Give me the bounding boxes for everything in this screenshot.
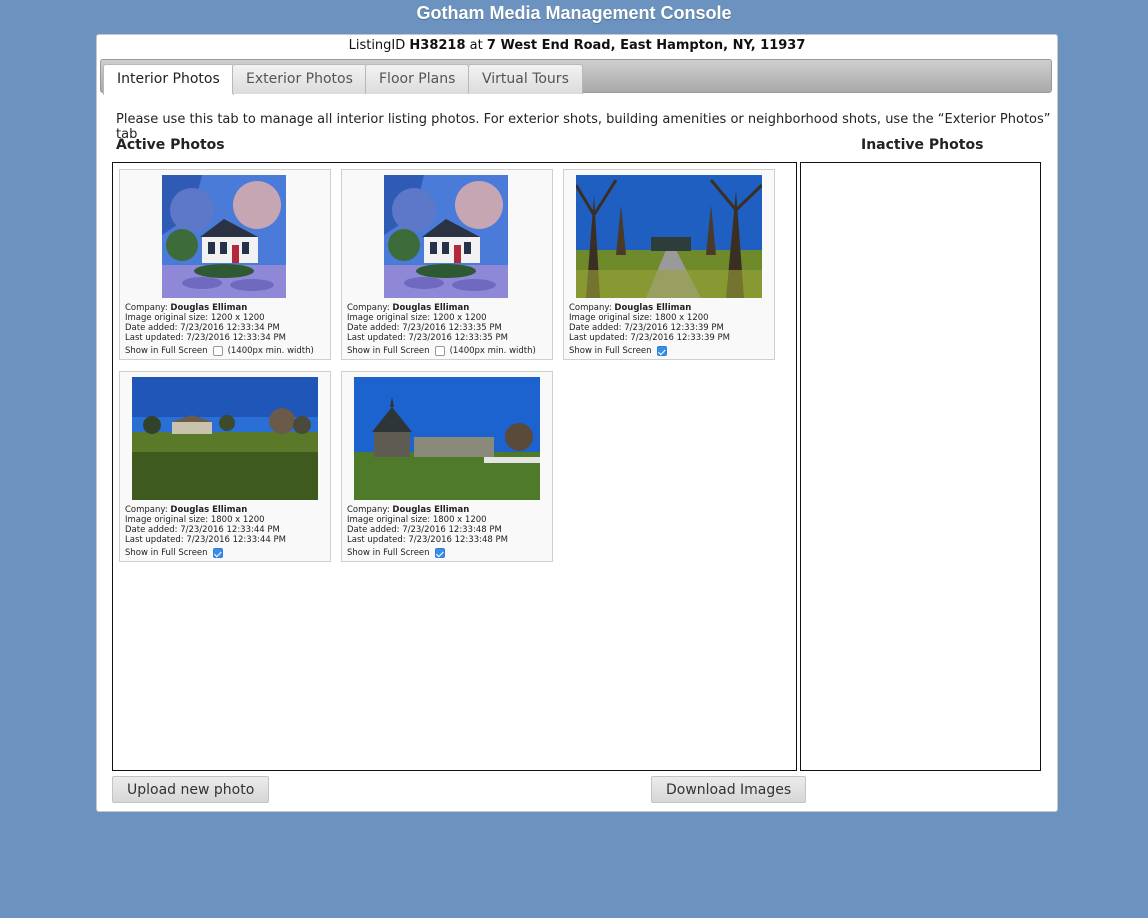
listing-id-label: ListingID (348, 38, 406, 53)
photo-thumbnail[interactable] (162, 175, 286, 298)
photo-company: Douglas Elliman (392, 303, 470, 313)
fullscreen-label: Show in Full Screen (347, 548, 430, 558)
photo-thumbnail[interactable] (384, 175, 508, 298)
photo-meta: Company: Douglas Elliman Image original … (125, 505, 286, 558)
fullscreen-checkbox[interactable] (212, 548, 223, 558)
download-images-button[interactable]: Download Images (651, 776, 807, 803)
photo-date-added: 7/23/2016 12:33:34 PM (180, 323, 280, 333)
photo-size: 1800 x 1200 (654, 313, 709, 323)
photo-size: 1200 x 1200 (210, 313, 265, 323)
photo-size: 1200 x 1200 (432, 313, 487, 323)
photo-company: Douglas Elliman (170, 505, 248, 515)
fullscreen-label: Show in Full Screen (125, 346, 208, 356)
photo-meta: Company: Douglas Elliman Image original … (569, 303, 730, 356)
photo-card[interactable]: Company: Douglas Elliman Image original … (119, 371, 331, 562)
fullscreen-checkbox[interactable] (434, 548, 445, 558)
inactive-photos-dropzone[interactable] (800, 162, 1041, 771)
photo-card[interactable]: Company: Douglas Elliman Image original … (341, 371, 553, 562)
photo-date-added: 7/23/2016 12:33:39 PM (624, 323, 724, 333)
fullscreen-label: Show in Full Screen (125, 548, 208, 558)
fullscreen-label: Show in Full Screen (347, 346, 430, 356)
photo-last-updated: 7/23/2016 12:33:39 PM (630, 333, 730, 343)
photo-date-added: 7/23/2016 12:33:48 PM (402, 525, 502, 535)
photo-thumbnail[interactable] (576, 175, 762, 298)
tab-virtual-tours[interactable]: Virtual Tours (468, 64, 583, 94)
photo-size: 1800 x 1200 (210, 515, 265, 525)
tab-bar: Interior Photos Exterior Photos Floor Pl… (100, 59, 1052, 95)
fullscreen-label: Show in Full Screen (569, 346, 652, 356)
listing-address: 7 West End Road, East Hampton, NY, 11937 (486, 38, 806, 53)
photo-last-updated: 7/23/2016 12:33:34 PM (186, 333, 286, 343)
tab-floor-plans[interactable]: Floor Plans (365, 64, 470, 94)
tab-interior-photos[interactable]: Interior Photos (103, 64, 234, 95)
photo-meta: Company: Douglas Elliman Image original … (347, 505, 508, 558)
photo-meta: Company: Douglas Elliman Image original … (125, 303, 314, 356)
photo-card[interactable]: Company: Douglas Elliman Image original … (341, 169, 553, 360)
photo-company: Douglas Elliman (170, 303, 248, 313)
app-title: Gotham Media Management Console (416, 3, 732, 23)
photo-date-added: 7/23/2016 12:33:44 PM (180, 525, 280, 535)
photo-company: Douglas Elliman (392, 505, 470, 515)
photo-thumbnail[interactable] (132, 377, 318, 500)
photo-last-updated: 7/23/2016 12:33:44 PM (186, 535, 286, 545)
photo-last-updated: 7/23/2016 12:33:48 PM (408, 535, 508, 545)
fullscreen-checkbox[interactable] (434, 346, 445, 356)
upload-new-photo-button[interactable]: Upload new photo (112, 776, 270, 803)
main-panel: ListingID H38218 at 7 West End Road, Eas… (96, 34, 1058, 812)
min-width-note: (1400px min. width) (227, 346, 314, 356)
listing-header: ListingID H38218 at 7 West End Road, Eas… (97, 38, 1057, 53)
photo-meta: Company: Douglas Elliman Image original … (347, 303, 536, 356)
photo-last-updated: 7/23/2016 12:33:35 PM (408, 333, 508, 343)
inactive-photos-heading: Inactive Photos (861, 137, 984, 153)
listing-at: at (469, 38, 483, 53)
fullscreen-checkbox[interactable] (212, 346, 223, 356)
active-photos-dropzone[interactable]: Company: Douglas Elliman Image original … (112, 162, 797, 771)
min-width-note: (1400px min. width) (449, 346, 536, 356)
photo-card[interactable]: Company: Douglas Elliman Image original … (119, 169, 331, 360)
active-photos-heading: Active Photos (116, 137, 225, 153)
tab-exterior-photos[interactable]: Exterior Photos (232, 64, 367, 94)
photo-date-added: 7/23/2016 12:33:35 PM (402, 323, 502, 333)
photo-thumbnail[interactable] (354, 377, 540, 500)
photo-card[interactable]: Company: Douglas Elliman Image original … (563, 169, 775, 360)
photo-size: 1800 x 1200 (432, 515, 487, 525)
fullscreen-checkbox[interactable] (656, 346, 667, 356)
listing-id: H38218 (409, 38, 466, 53)
photo-company: Douglas Elliman (614, 303, 692, 313)
